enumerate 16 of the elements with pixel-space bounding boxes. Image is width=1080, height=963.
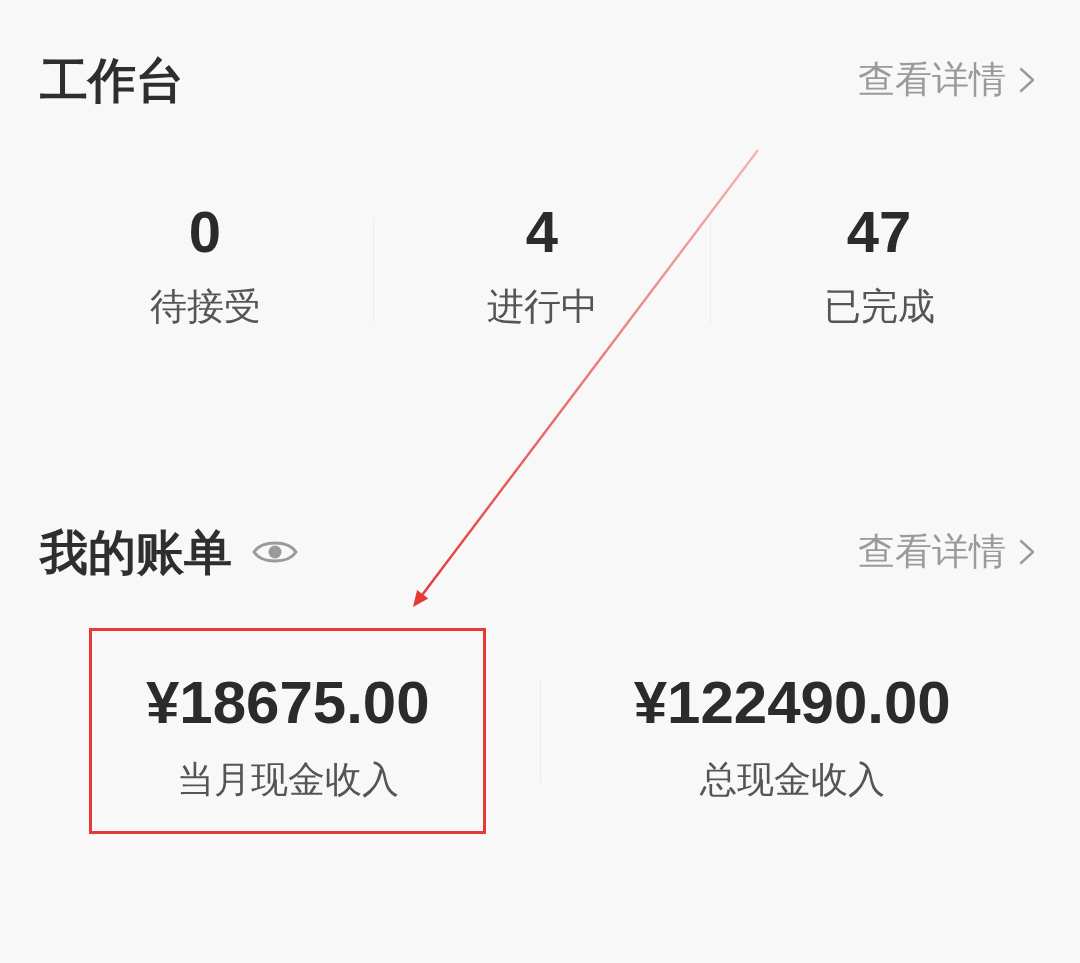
- chevron-right-icon: [1018, 538, 1036, 566]
- view-details-link[interactable]: 查看详情: [858, 527, 1036, 577]
- chevron-right-icon: [1018, 66, 1036, 94]
- stat-label: 已完成: [823, 284, 935, 330]
- section-title: 我的账单: [40, 524, 232, 580]
- amount-value: ¥122490.00: [633, 668, 951, 738]
- amount-value: ¥18675.00: [145, 668, 430, 738]
- stat-value: 4: [525, 200, 559, 264]
- stat-value: 47: [846, 200, 912, 264]
- stat-value: 0: [188, 200, 222, 264]
- section-title: 工作台: [40, 52, 184, 108]
- amount-label: 总现金收入: [699, 757, 885, 803]
- stat-label: 进行中: [486, 284, 598, 330]
- view-details-link[interactable]: 查看详情: [858, 55, 1036, 105]
- amount-label: 当月现金收入: [176, 757, 399, 803]
- stat-label: 待接受: [149, 284, 261, 330]
